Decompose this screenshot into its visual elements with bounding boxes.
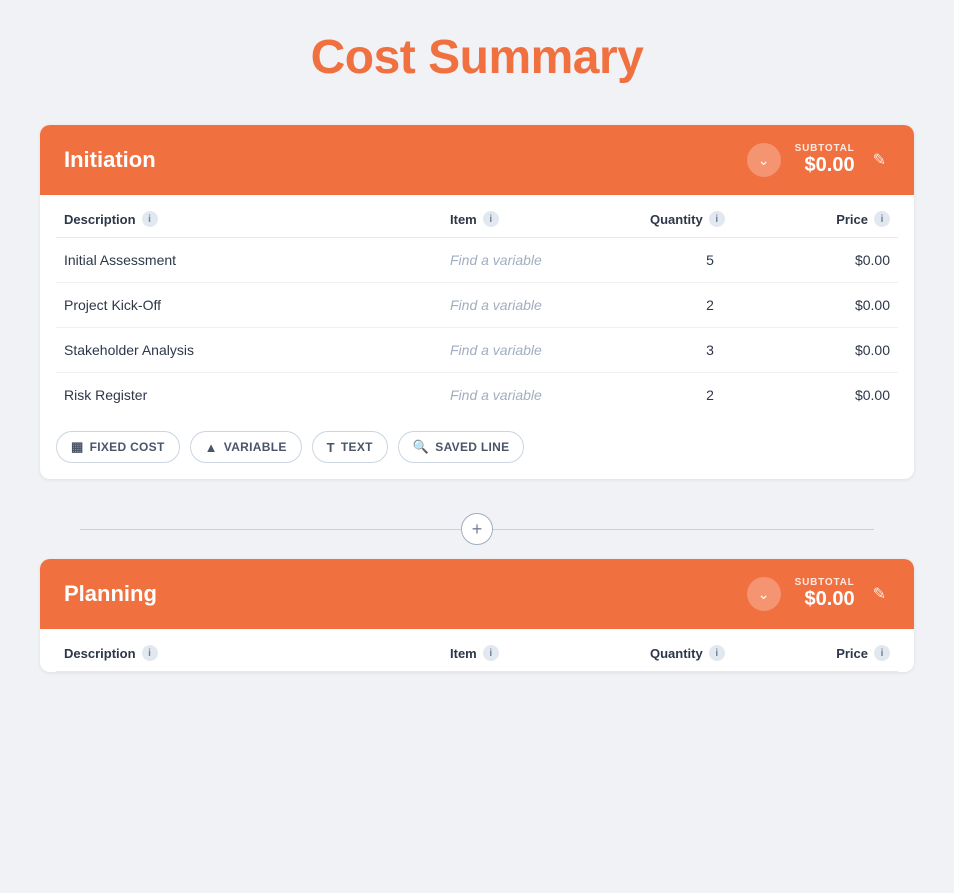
planning-header-right: ⌄ SUBTOTAL $0.00 ✎ [747, 577, 890, 611]
initiation-subtotal-label: SUBTOTAL [795, 143, 855, 154]
col-header-item: Item i [450, 211, 650, 227]
saved-line-label: SAVED LINE [435, 440, 509, 454]
row-price: $0.00 [770, 297, 890, 313]
fixed-cost-icon: ▦ [71, 439, 84, 455]
row-quantity: 2 [650, 297, 770, 313]
planning-section: Planning ⌄ SUBTOTAL $0.00 ✎ Description … [40, 559, 914, 672]
row-quantity: 2 [650, 387, 770, 403]
table-row: Initial Assessment Find a variable 5 $0.… [56, 238, 898, 283]
row-description: Stakeholder Analysis [64, 342, 450, 358]
fixed-cost-label: FIXED COST [90, 440, 165, 454]
variable-button[interactable]: ▲ VARIABLE [190, 431, 302, 463]
row-item[interactable]: Find a variable [450, 387, 650, 403]
variable-icon: ▲ [205, 440, 218, 455]
planning-col-quantity: Quantity i [650, 645, 770, 661]
page-title: Cost Summary [40, 30, 914, 85]
table-row: Stakeholder Analysis Find a variable 3 $… [56, 328, 898, 373]
add-section-icon: + [472, 519, 483, 540]
planning-quantity-info-icon: i [709, 645, 725, 661]
row-item[interactable]: Find a variable [450, 342, 650, 358]
planning-subtotal-label: SUBTOTAL [795, 577, 855, 588]
planning-title: Planning [64, 581, 157, 607]
table-row: Risk Register Find a variable 2 $0.00 [56, 373, 898, 417]
row-item[interactable]: Find a variable [450, 297, 650, 313]
planning-header: Planning ⌄ SUBTOTAL $0.00 ✎ [40, 559, 914, 629]
price-info-icon: i [874, 211, 890, 227]
fixed-cost-button[interactable]: ▦ FIXED COST [56, 431, 180, 463]
variable-label: VARIABLE [224, 440, 287, 454]
planning-col-price: Price i [770, 645, 890, 661]
planning-subtotal-amount: $0.00 [795, 588, 855, 611]
row-price: $0.00 [770, 252, 890, 268]
initiation-edit-button[interactable]: ✎ [869, 146, 890, 174]
initiation-section: Initiation ⌄ SUBTOTAL $0.00 ✎ Descriptio… [40, 125, 914, 479]
row-quantity: 5 [650, 252, 770, 268]
initiation-table-header: Description i Item i Quantity i Price i [56, 195, 898, 238]
planning-edit-button[interactable]: ✎ [869, 580, 890, 608]
text-label: TEXT [341, 440, 373, 454]
row-item[interactable]: Find a variable [450, 252, 650, 268]
text-icon: T [327, 440, 335, 455]
initiation-table: Description i Item i Quantity i Price i [40, 195, 914, 417]
planning-col-item: Item i [450, 645, 650, 661]
text-button[interactable]: T TEXT [312, 431, 388, 463]
add-section-row: + [40, 499, 914, 559]
initiation-subtotal-block: SUBTOTAL $0.00 [795, 143, 855, 177]
row-description: Project Kick-Off [64, 297, 450, 313]
planning-collapse-button[interactable]: ⌄ [747, 577, 781, 611]
saved-line-button[interactable]: 🔍 SAVED LINE [398, 431, 525, 463]
add-section-button[interactable]: + [461, 513, 493, 545]
row-description: Risk Register [64, 387, 450, 403]
row-quantity: 3 [650, 342, 770, 358]
initiation-action-bar: ▦ FIXED COST ▲ VARIABLE T TEXT 🔍 SAVED L… [40, 417, 914, 479]
planning-description-info-icon: i [142, 645, 158, 661]
col-header-quantity: Quantity i [650, 211, 770, 227]
initiation-subtotal-amount: $0.00 [795, 154, 855, 177]
planning-item-info-icon: i [483, 645, 499, 661]
initiation-header: Initiation ⌄ SUBTOTAL $0.00 ✎ [40, 125, 914, 195]
planning-table-header: Description i Item i Quantity i Price i [56, 629, 898, 672]
planning-col-description: Description i [64, 645, 450, 661]
saved-line-icon: 🔍 [413, 439, 430, 455]
row-price: $0.00 [770, 342, 890, 358]
planning-price-info-icon: i [874, 645, 890, 661]
initiation-header-right: ⌄ SUBTOTAL $0.00 ✎ [747, 143, 890, 177]
planning-subtotal-block: SUBTOTAL $0.00 [795, 577, 855, 611]
quantity-info-icon: i [709, 211, 725, 227]
col-header-description: Description i [64, 211, 450, 227]
item-info-icon: i [483, 211, 499, 227]
planning-table: Description i Item i Quantity i Price i [40, 629, 914, 672]
row-price: $0.00 [770, 387, 890, 403]
initiation-collapse-button[interactable]: ⌄ [747, 143, 781, 177]
table-row: Project Kick-Off Find a variable 2 $0.00 [56, 283, 898, 328]
row-description: Initial Assessment [64, 252, 450, 268]
description-info-icon: i [142, 211, 158, 227]
initiation-title: Initiation [64, 147, 156, 173]
col-header-price: Price i [770, 211, 890, 227]
